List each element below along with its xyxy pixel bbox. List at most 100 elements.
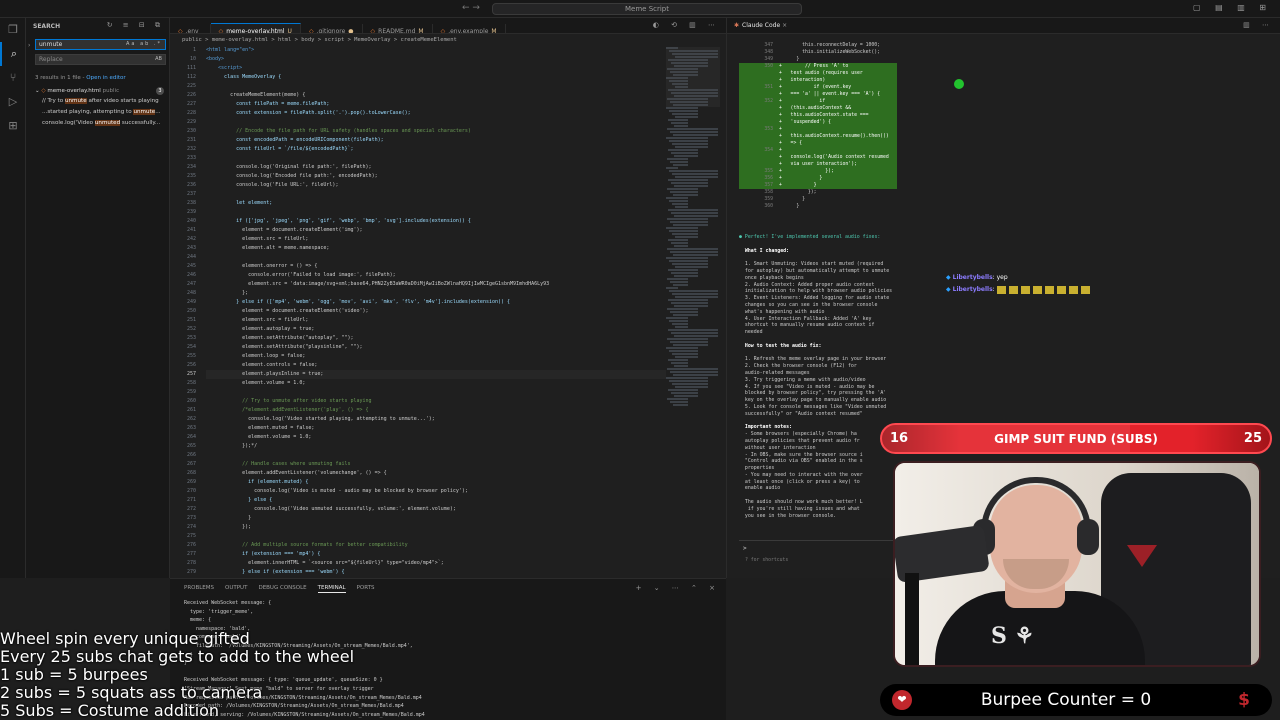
code-line[interactable]: }; [206, 289, 666, 298]
code-lines[interactable]: <html lang="en"> <body> <script> class Me… [206, 46, 666, 577]
code-line[interactable]: // Try to unmute after video starts play… [206, 397, 666, 406]
code-line[interactable]: console.log('Video started playing, atte… [206, 415, 666, 424]
minimap[interactable] [666, 46, 720, 578]
code-line[interactable]: element.innerHTML = `<source src="${file… [206, 559, 666, 568]
code-line[interactable]: element.loop = false; [206, 352, 666, 361]
files-icon[interactable]: ❐ [0, 18, 26, 42]
code-line[interactable] [206, 388, 666, 397]
code-line[interactable]: element.setAttribute("playsinline", ""); [206, 343, 666, 352]
tab-claude-code[interactable]: ✱ Claude Code × [727, 18, 1280, 34]
search-result-item[interactable]: ...started playing, attempting to unmute… [42, 109, 161, 115]
code-line[interactable]: } else if (extension === 'webm') { [206, 568, 666, 577]
code-line[interactable]: createMemeElement(meme) { [206, 91, 666, 100]
code-line[interactable]: console.log('Encoded file path:', encode… [206, 172, 666, 181]
code-line[interactable]: const extension = filePath.split('.').po… [206, 109, 666, 118]
code-line[interactable]: // Handle cases where unmuting fails [206, 460, 666, 469]
code-line[interactable]: // Add multiple source formats for bette… [206, 541, 666, 550]
code-line[interactable]: console.log('Original file path:', fileP… [206, 163, 666, 172]
panel-actions[interactable]: + ⌄ ⋯ ⌃ × [636, 584, 720, 592]
code-line[interactable]: if (extension === 'mp4') { [206, 550, 666, 559]
code-line[interactable]: } [206, 514, 666, 523]
code-line[interactable]: element.addEventListener('volumechange',… [206, 469, 666, 478]
claude-actions[interactable]: ▥ ⋯ [1243, 21, 1274, 29]
close-icon[interactable]: × [782, 22, 787, 29]
tab-meme-overlay-html[interactable]: ◇ meme-overlay.html U [210, 23, 301, 33]
code-line[interactable]: element = document.createElement('img'); [206, 226, 666, 235]
search-input[interactable]: unmute Aa ab .* [35, 39, 166, 50]
code-line[interactable]: console.log('Video is muted - audio may … [206, 487, 666, 496]
code-line[interactable]: element.src = fileUrl; [206, 316, 666, 325]
code-line[interactable]: element.volume = 1.0; [206, 379, 666, 388]
source-control-icon[interactable]: ⑂ [0, 66, 26, 90]
code-line[interactable]: } else if (['mp4', 'webm', 'ogg', 'mov',… [206, 298, 666, 307]
search-result-item[interactable]: console.log('Video unmuted successfully.… [42, 120, 160, 126]
tab-readme-md[interactable]: ◇ README.md M [363, 24, 433, 33]
code-line[interactable]: // Encode the file path for URL safety (… [206, 127, 666, 136]
code-line[interactable] [206, 190, 666, 199]
code-line[interactable]: if (['jpg', 'jpeg', 'png', 'gif', 'webp'… [206, 217, 666, 226]
code-line[interactable]: <body> [206, 55, 666, 64]
code-line[interactable]: let element; [206, 199, 666, 208]
search-icon[interactable]: ⌕ [0, 42, 26, 66]
code-line[interactable]: element.alt = meme.namespace; [206, 244, 666, 253]
code-line[interactable]: /*element.addEventListener('play', () =>… [206, 406, 666, 415]
tab-gitignore[interactable]: ◇ .gitignore ● [301, 24, 363, 33]
search-result-item[interactable]: // Try to unmute after video starts play… [42, 98, 159, 104]
code-line[interactable]: const encodedPath = encodeURIComponent(f… [206, 136, 666, 145]
editor-actions[interactable]: ◐ ⟲ ▥ ⋯ [653, 21, 720, 29]
layout-icons[interactable]: ▢ ▤ ▥ ⊞ [1193, 3, 1272, 12]
code-line[interactable]: const fileUrl = `/file/${encodedPath}`; [206, 145, 666, 154]
sidebar-actions[interactable]: ↻ ≡ ⊟ ⧉ [107, 21, 164, 30]
breadcrumb[interactable]: public > meme-overlay.html > html > body… [170, 34, 726, 46]
replace-options[interactable]: AB [155, 55, 162, 64]
code-line[interactable]: element.muted = false; [206, 424, 666, 433]
nav-arrows[interactable]: ← → [462, 3, 480, 13]
minimap-line [672, 173, 718, 175]
code-line[interactable]: element.setAttribute("autoplay", ""); [206, 334, 666, 343]
code-line[interactable]: if (element.muted) { [206, 478, 666, 487]
code-line[interactable] [206, 154, 666, 163]
search-options[interactable]: Aa ab .* [126, 40, 162, 49]
replace-input[interactable]: Replace AB [35, 54, 166, 65]
code-line[interactable] [206, 82, 666, 91]
code-line[interactable]: element = document.createElement('video'… [206, 307, 666, 316]
code-line[interactable]: element.src = 'data:image/svg+xml;base64… [206, 280, 666, 289]
tab-terminal[interactable]: TERMINAL [317, 585, 346, 593]
code-line[interactable]: console.error('Failed to load image:', f… [206, 271, 666, 280]
tab-ports[interactable]: PORTS [357, 585, 375, 591]
code-line[interactable] [206, 253, 666, 262]
code-line[interactable]: console.log('Video unmuted successfully,… [206, 505, 666, 514]
toggle-replace-icon[interactable]: › [28, 42, 30, 49]
command-center[interactable]: Meme Script [492, 3, 802, 15]
code-line[interactable]: });*/ [206, 442, 666, 451]
open-in-editor-link[interactable]: Open in editor [86, 75, 125, 81]
tab-debug-console[interactable]: DEBUG CONSOLE [258, 585, 306, 591]
extensions-icon[interactable]: ⊞ [0, 114, 26, 138]
emote-icon [1068, 285, 1078, 294]
code-line[interactable]: <script> [206, 64, 666, 73]
code-editor[interactable]: 1 10 111 112 225 226 227 228 229 230 231 232 233 234 2… [170, 46, 726, 578]
code-line[interactable]: }); [206, 523, 666, 532]
code-line[interactable]: element.onerror = () => { [206, 262, 666, 271]
code-line[interactable]: console.log('File URL:', fileUrl); [206, 181, 666, 190]
code-line[interactable]: element.volume = 1.0; [206, 433, 666, 442]
tab-env-example[interactable]: ◇ .env.example M [433, 24, 506, 33]
code-line[interactable]: element.playsInline = true; [206, 370, 666, 379]
code-line[interactable] [206, 208, 666, 217]
code-line[interactable]: <html lang="en"> [206, 46, 666, 55]
code-line[interactable]: class MemeOverlay { [206, 73, 666, 82]
code-line[interactable]: const filePath = meme.filePath; [206, 100, 666, 109]
result-file[interactable]: ⌄ ◇ meme-overlay.html public 3 [35, 87, 166, 95]
tab-output[interactable]: OUTPUT [225, 585, 247, 591]
code-line[interactable]: element.autoplay = true; [206, 325, 666, 334]
minimap-slider[interactable] [666, 47, 720, 107]
code-line[interactable] [206, 451, 666, 460]
tab-problems[interactable]: PROBLEMS [184, 585, 214, 591]
tab-env[interactable]: ◇ .env [170, 24, 211, 33]
code-line[interactable]: } else { [206, 496, 666, 505]
code-line[interactable] [206, 532, 666, 541]
code-line[interactable] [206, 118, 666, 127]
code-line[interactable]: element.src = fileUrl; [206, 235, 666, 244]
run-debug-icon[interactable]: ▷ [0, 90, 26, 114]
code-line[interactable]: element.controls = false; [206, 361, 666, 370]
